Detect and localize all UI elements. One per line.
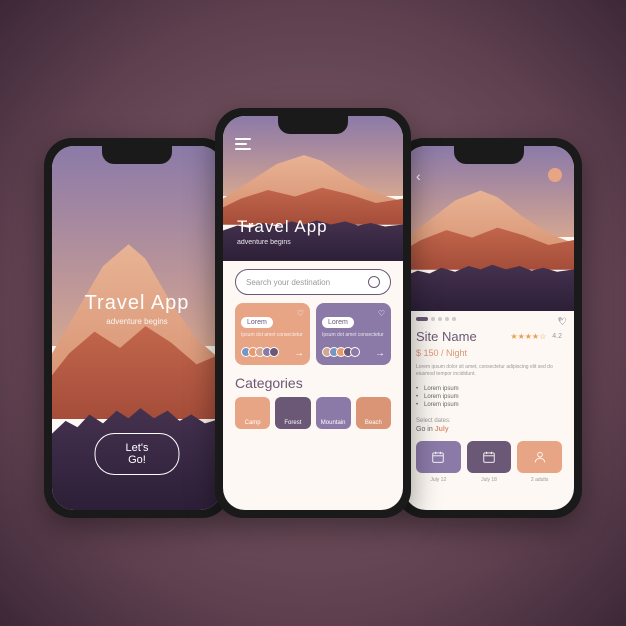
picker-label: July 12 [430,477,446,483]
app-title: Travel App [237,217,328,237]
search-input[interactable]: Search your destination [235,269,391,295]
list-item: Lorem ipsum [416,402,562,408]
date-end-picker[interactable]: July 18 [467,441,512,473]
card-label: Lorem [241,317,273,328]
destination-cards: ♡ Lorem Ipsum dot amet consectetur → ♡ L… [223,303,403,365]
detail-screen: ‹ ♡ Site Name ★★★★☆ 4.2 $ 150 / Night Lo… [404,146,574,510]
destination-card[interactable]: ♡ Lorem Ipsum dot amet consectetur → [235,303,310,365]
card-sub: Ipsum dot amet consectetur [241,332,304,339]
hero-section: Travel App adventure begins [223,116,403,261]
site-name: Site Name [416,329,477,344]
category-forest[interactable]: Forest [275,397,310,429]
destination-card[interactable]: ♡ Lorem Ipsum dot amet consectetur → [316,303,391,365]
phone-home: Travel App adventure begins Search your … [215,108,411,518]
home-screen: Travel App adventure begins Search your … [223,116,403,510]
rating-value: 4.2 [552,333,562,340]
heart-icon[interactable]: ♡ [558,317,562,321]
calendar-icon [482,450,496,464]
notch [102,146,172,164]
list-item: Lorem ipsum [416,386,562,392]
person-icon [533,450,547,464]
app-subtitle: adventure begins [52,317,222,326]
heart-icon[interactable]: ♡ [378,309,385,318]
menu-icon[interactable] [235,138,251,150]
card-label: Lorem [322,317,354,328]
price-label: $ 150 / Night [404,346,574,360]
category-mountain[interactable]: Mountain [316,397,351,429]
select-dates-label: Select dates: [404,414,574,424]
picker-label: July 18 [481,477,497,483]
categories-grid: Camp Forest Mountain Beach [223,397,403,429]
notch [278,116,348,134]
category-camp[interactable]: Camp [235,397,270,429]
arrow-icon[interactable]: → [294,348,304,359]
hero-image: ‹ [404,146,574,311]
go-in-label: Go in July [404,424,574,435]
description: Lorem ipsum dolor sit amet, consectetur … [404,360,574,382]
lets-go-button[interactable]: Let's Go! [95,433,180,475]
calendar-icon [431,450,445,464]
phone-splash: Travel App adventure begins Let's Go! [44,138,230,518]
category-beach[interactable]: Beach [356,397,391,429]
picker-row: July 12 July 18 2 adults [404,435,574,479]
back-icon[interactable]: ‹ [416,168,421,184]
rating-stars: ★★★★☆ [510,332,546,341]
app-subtitle: adventure begins [237,239,328,246]
list-item: Lorem ipsum [416,394,562,400]
card-sub: Ipsum dot amet consectetur [322,332,385,339]
carousel-dots[interactable]: ♡ [404,311,574,327]
heart-icon[interactable]: ♡ [297,309,304,318]
app-title: Travel App [52,292,222,315]
categories-title: Categories [223,365,403,397]
splash-screen: Travel App adventure begins Let's Go! [52,146,222,510]
profile-avatar[interactable] [548,168,562,182]
phone-detail: ‹ ♡ Site Name ★★★★☆ 4.2 $ 150 / Night Lo… [396,138,582,518]
date-start-picker[interactable]: July 12 [416,441,461,473]
guests-picker[interactable]: 2 adults [517,441,562,473]
arrow-icon[interactable]: → [375,348,385,359]
notch [454,146,524,164]
feature-list: Lorem ipsum Lorem ipsum Lorem ipsum [404,382,574,414]
search-placeholder: Search your destination [246,278,330,287]
picker-label: 2 adults [531,477,549,483]
